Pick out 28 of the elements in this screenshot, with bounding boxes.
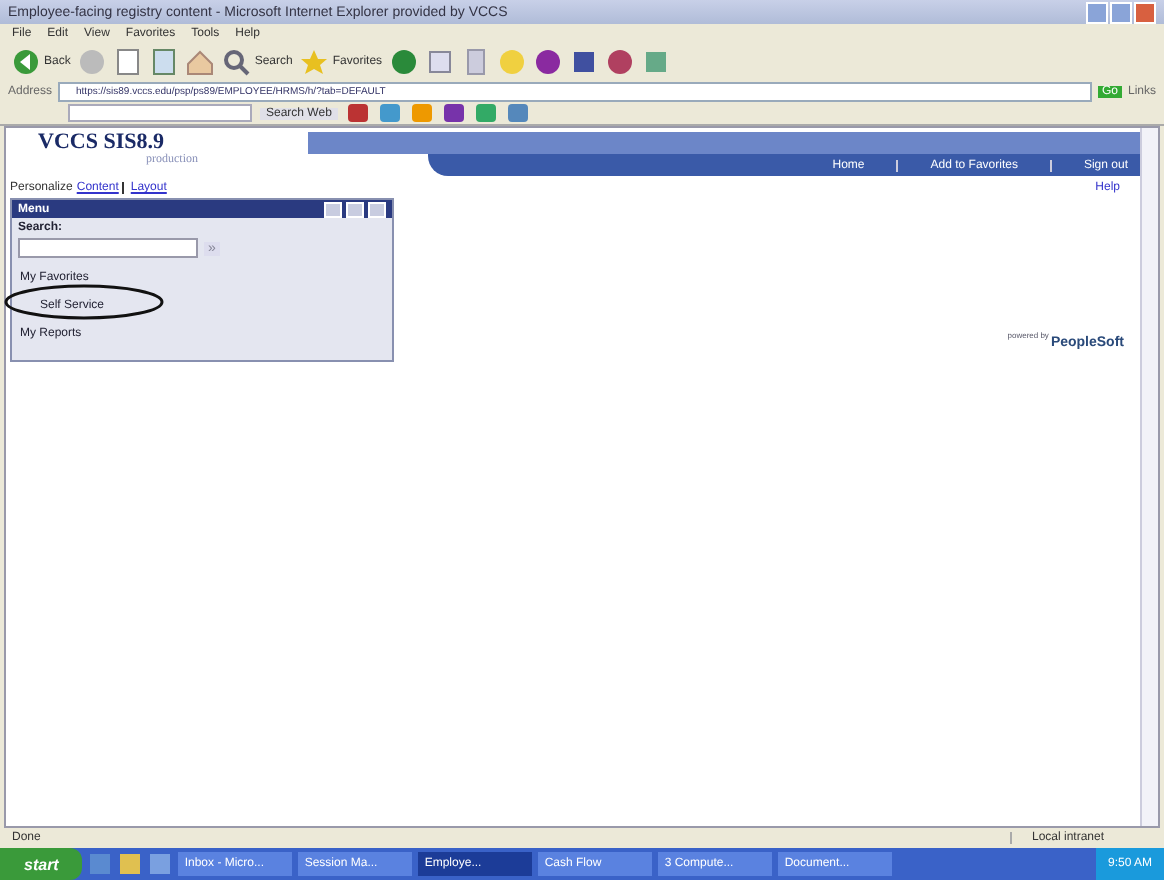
quick-launch-icon[interactable] (148, 852, 173, 876)
back-icon (12, 48, 40, 76)
brand-title: VCCS SIS8.9 (38, 132, 164, 154)
toolbar-icon[interactable] (426, 48, 455, 76)
star-icon (300, 48, 329, 76)
maximize-button[interactable] (1110, 1, 1132, 23)
home-icon[interactable] (186, 48, 215, 76)
toolbar-icon[interactable] (505, 102, 530, 124)
toolbar-icon[interactable] (390, 48, 419, 76)
scroll-bar[interactable] (1140, 128, 1158, 826)
remove-icon[interactable] (368, 201, 386, 217)
toolbar-icon[interactable] (345, 102, 370, 124)
search-field[interactable] (18, 238, 198, 258)
toolbar-icon[interactable] (606, 48, 635, 76)
forward-icon[interactable] (78, 48, 107, 76)
search-field[interactable] (68, 104, 252, 122)
close-button[interactable] (1134, 1, 1156, 23)
start-button[interactable]: start (0, 848, 83, 880)
quick-launch-icon[interactable] (118, 852, 143, 876)
minimize-icon[interactable] (346, 201, 364, 217)
toolbar-icon[interactable] (534, 48, 563, 76)
minimize-button[interactable] (1086, 1, 1108, 23)
search-icon (222, 48, 251, 76)
customize-icon[interactable] (324, 201, 342, 217)
toolbar-icon[interactable] (377, 102, 402, 124)
toolbar-icon[interactable] (441, 102, 466, 124)
quick-launch-icon[interactable] (88, 852, 113, 876)
toolbar-icon[interactable] (570, 48, 599, 76)
